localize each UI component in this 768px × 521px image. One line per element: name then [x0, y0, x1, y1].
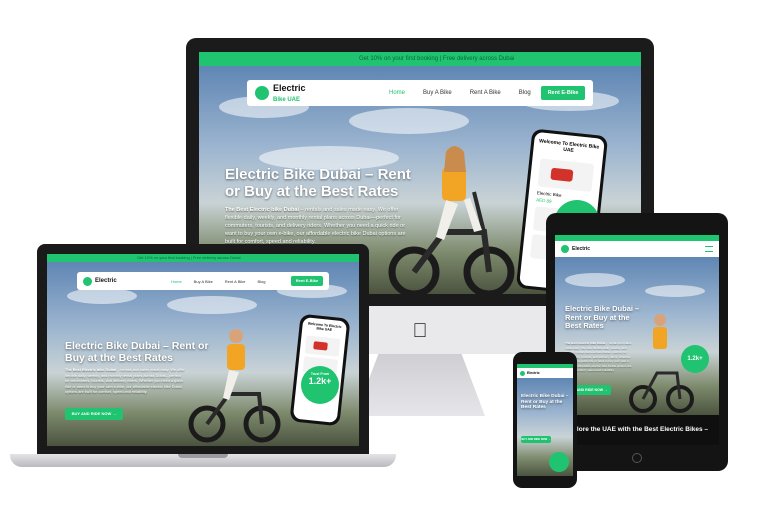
navbar: Electric Bike UAE Home Buy A Bike Rent A… [247, 80, 593, 106]
buy-and-ride-button[interactable]: BUY AND RIDE NOW → [65, 408, 123, 420]
responsive-mockup: Get 10% on your first booking | Free del… [0, 0, 768, 521]
logo-title: Electric [273, 83, 306, 93]
mobile-logo[interactable]: Electric [527, 371, 540, 375]
laptop-site-logo[interactable]: Electric [83, 276, 163, 286]
tablet-navbar: Electric [555, 241, 719, 257]
laptop-trust-badge: Trust From 1.2k+ [301, 366, 339, 404]
scooter-icon [520, 370, 525, 376]
nav-rent-bike[interactable]: Rent A Bike [470, 90, 501, 96]
nav-buy-bike[interactable]: Buy A Bike [194, 279, 213, 284]
laptop-main-menu: Home Buy A Bike Rent A Bike Blog [171, 279, 266, 284]
laptop-navbar: Electric Home Buy A Bike Rent A Bike Blo… [77, 272, 329, 290]
rider-on-ebike-image [188, 329, 281, 443]
home-button[interactable] [632, 453, 642, 463]
laptop-hero-description: The Best Electric bike Dubai – rentals a… [65, 368, 185, 394]
tablet-screen: Electric Electric Bike Dubai – Rent or B… [555, 235, 719, 445]
nav-blog[interactable]: Blog [519, 90, 531, 96]
nav-rent-bike[interactable]: Rent A Bike [225, 279, 246, 284]
mobile-navbar: Electric [517, 368, 573, 378]
main-menu: Home Buy A Bike Rent A Bike Blog [389, 90, 531, 96]
nav-home[interactable]: Home [171, 279, 182, 284]
promo-bar: Get 10% on your first booking | Free del… [199, 52, 641, 66]
mobile-trust-badge [549, 452, 569, 472]
hamburger-menu-icon[interactable] [705, 246, 713, 252]
laptop-promo-bar: Get 10% on your first booking | Free del… [47, 254, 359, 262]
nav-blog[interactable]: Blog [257, 279, 265, 284]
nav-home[interactable]: Home [389, 90, 405, 96]
rent-ebike-button[interactable]: Rent E-Bike [291, 276, 323, 286]
trust-value: 1.2k [308, 376, 327, 386]
monitor-stand [355, 354, 485, 416]
mobile-hero-title: Electric Bike Dubai – Rent or Buy at the… [521, 394, 569, 410]
laptop: Get 10% on your first booking | Free del… [37, 244, 369, 454]
laptop-screen: Get 10% on your first booking | Free del… [47, 254, 359, 446]
scooter-icon [83, 276, 92, 286]
tablet-section-heading: Explore the UAE with the Best Electric B… [555, 415, 719, 445]
site-logo[interactable]: Electric Bike UAE [255, 83, 375, 103]
mobile-buy-and-ride-button[interactable]: BUY AND RIDE NOW → [521, 436, 551, 443]
app-product-card[interactable] [537, 158, 595, 192]
tablet-site-logo[interactable]: Electric [561, 245, 590, 253]
rider-on-ebike-image [388, 146, 515, 294]
scooter-icon [561, 245, 569, 253]
hero-lead: The Best Electric bike Dubai [225, 207, 299, 213]
logo-subtitle: Bike UAE [273, 97, 301, 103]
laptop-notch [178, 454, 228, 458]
mobile-screen: Electric Electric Bike Dubai – Rent or B… [517, 364, 573, 476]
rent-ebike-button[interactable]: Rent E-Bike [541, 86, 585, 100]
apple-logo-icon:  [411, 321, 429, 341]
mobile-phone: Electric Electric Bike Dubai – Rent or B… [513, 352, 577, 488]
tablet-trust-badge: 1.2k+ [681, 345, 709, 373]
scooter-icon [255, 86, 269, 100]
nav-buy-bike[interactable]: Buy A Bike [423, 90, 452, 96]
